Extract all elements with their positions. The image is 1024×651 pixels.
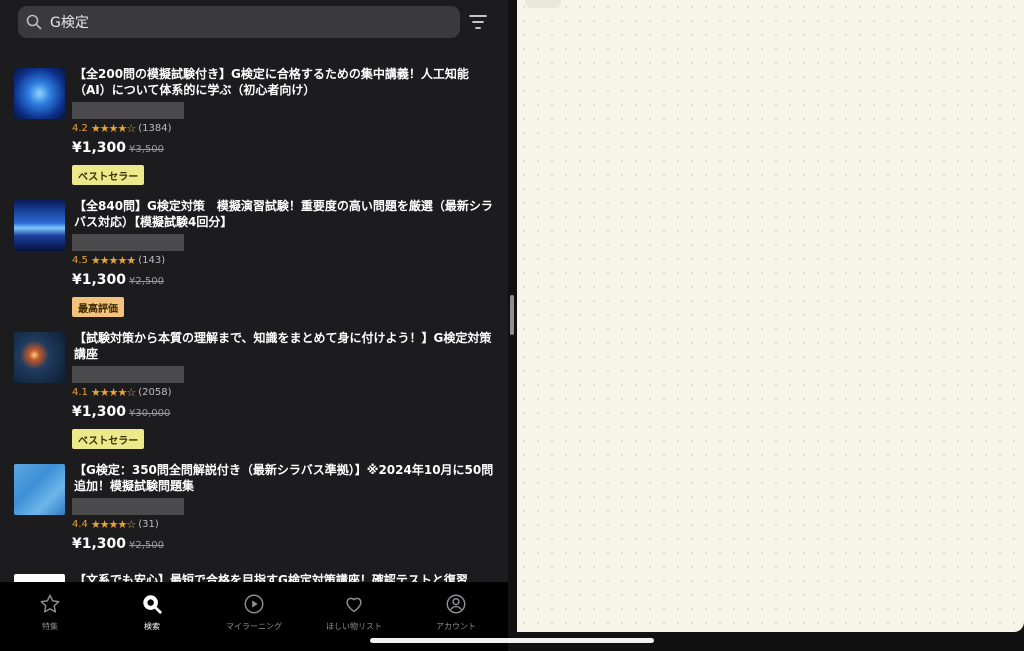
star-rating-icon: ★★★★☆ xyxy=(90,518,136,531)
tab-wishlist[interactable]: ほしい物リスト xyxy=(304,592,404,632)
star-rating-icon: ★★★★★ xyxy=(90,254,136,267)
course-item[interactable]: 【試験対策から本質の理解まで、知識をまとめて身に付けよう！】G検定対策講座 4.… xyxy=(0,322,508,454)
heart-icon xyxy=(342,592,366,615)
rating-row: 4.4 ★★★★☆ (31) xyxy=(72,518,159,531)
course-title[interactable]: 【文系でも安心】最短で合格を目指すG検定対策講座！確認テストと復習 xyxy=(74,572,494,582)
original-price: ¥3,500 xyxy=(129,144,165,155)
tab-label: 検索 xyxy=(144,622,160,631)
instructor-name-redacted xyxy=(72,498,184,515)
bestseller-badge: ベストセラー xyxy=(72,429,145,449)
rating-value: 4.4 xyxy=(72,519,88,530)
course-item[interactable]: 【全200問の模擬試験付き】G検定に合格するための集中講義！人工知能（AI）につ… xyxy=(0,58,508,190)
tab-account[interactable]: アカウント xyxy=(406,592,506,632)
instructor-name-redacted xyxy=(72,102,184,119)
price-row: ¥1,300 ¥2,500 xyxy=(72,536,164,552)
sale-price: ¥1,300 xyxy=(72,536,127,552)
rating-row: 4.2 ★★★★☆ (1384) xyxy=(72,122,171,135)
course-item[interactable]: 【G検定：350問全問解説付き（最新シラバス準拠）】※2024年10月に50問追… xyxy=(0,454,508,564)
price-row: ¥1,300 ¥2,500 xyxy=(72,272,164,288)
search-icon xyxy=(140,592,164,615)
sale-price: ¥1,300 xyxy=(72,140,127,156)
instructor-name-redacted xyxy=(72,234,184,251)
top-rated-badge: 最高評価 xyxy=(72,297,124,317)
rating-row: 4.1 ★★★★☆ (2058) xyxy=(72,386,171,399)
course-item[interactable]: 【全840問】G検定対策 模擬演習試験！重要度の高い問題を厳選（最新シラバス対応… xyxy=(0,190,508,322)
original-price: ¥2,500 xyxy=(129,276,165,287)
rating-count: (143) xyxy=(138,255,166,266)
notes-canvas[interactable] xyxy=(517,0,1024,632)
account-icon xyxy=(444,592,468,615)
play-circle-icon xyxy=(242,592,266,615)
filter-icon[interactable] xyxy=(468,13,488,31)
rating-value: 4.5 xyxy=(72,255,88,266)
rating-count: (2058) xyxy=(138,387,172,398)
toolbar-chip[interactable] xyxy=(525,0,561,8)
rating-value: 4.2 xyxy=(72,123,88,134)
course-list[interactable]: 【全200問の模擬試験付き】G検定に合格するための集中講義！人工知能（AI）につ… xyxy=(0,58,508,582)
course-title[interactable]: 【全200問の模擬試験付き】G検定に合格するための集中講義！人工知能（AI）につ… xyxy=(74,66,494,98)
star-icon xyxy=(38,592,62,615)
tab-my-learning[interactable]: マイラーニング xyxy=(204,592,304,632)
tab-label: 特集 xyxy=(42,622,58,631)
course-thumbnail[interactable] xyxy=(14,200,65,251)
rating-row: 4.5 ★★★★★ (143) xyxy=(72,254,165,267)
rating-count: (1384) xyxy=(138,123,172,134)
original-price: ¥30,000 xyxy=(129,408,171,419)
sale-price: ¥1,300 xyxy=(72,404,127,420)
course-thumbnail[interactable] xyxy=(14,332,65,383)
bestseller-badge: ベストセラー xyxy=(72,165,145,185)
rating-count: (31) xyxy=(138,519,159,530)
course-title[interactable]: 【試験対策から本質の理解まで、知識をまとめて身に付けよう！】G検定対策講座 xyxy=(74,330,494,362)
original-price: ¥2,500 xyxy=(129,540,165,551)
tab-label: ほしい物リスト xyxy=(326,622,382,631)
search-icon xyxy=(26,13,44,31)
tab-label: マイラーニング xyxy=(226,622,282,631)
course-thumbnail[interactable] xyxy=(14,574,65,582)
home-indicator[interactable] xyxy=(370,638,654,643)
search-query[interactable]: G検定 xyxy=(50,12,89,32)
price-row: ¥1,300 ¥3,500 xyxy=(72,140,164,156)
search-input[interactable]: G検定 xyxy=(18,6,460,38)
star-rating-icon: ★★★★☆ xyxy=(90,122,136,135)
split-view-handle[interactable] xyxy=(510,295,514,335)
course-thumbnail[interactable] xyxy=(14,68,65,119)
tab-featured[interactable]: 特集 xyxy=(0,592,100,632)
tab-label: アカウント xyxy=(436,622,476,631)
course-title[interactable]: 【全840問】G検定対策 模擬演習試験！重要度の高い問題を厳選（最新シラバス対応… xyxy=(74,198,494,230)
star-rating-icon: ★★★★☆ xyxy=(90,386,136,399)
course-thumbnail[interactable] xyxy=(14,464,65,515)
instructor-name-redacted xyxy=(72,366,184,383)
search-results-pane: G検定 【全200問の模擬試験付き】G検定に合格するための集中講義！人工知能（A… xyxy=(0,0,508,651)
price-row: ¥1,300 ¥30,000 xyxy=(72,404,170,420)
tab-search[interactable]: 検索 xyxy=(102,592,202,632)
rating-value: 4.1 xyxy=(72,387,88,398)
sale-price: ¥1,300 xyxy=(72,272,127,288)
course-item[interactable]: 【文系でも安心】最短で合格を目指すG検定対策講座！確認テストと復習 xyxy=(0,564,508,582)
course-title[interactable]: 【G検定：350問全問解説付き（最新シラバス準拠）】※2024年10月に50問追… xyxy=(74,462,494,494)
